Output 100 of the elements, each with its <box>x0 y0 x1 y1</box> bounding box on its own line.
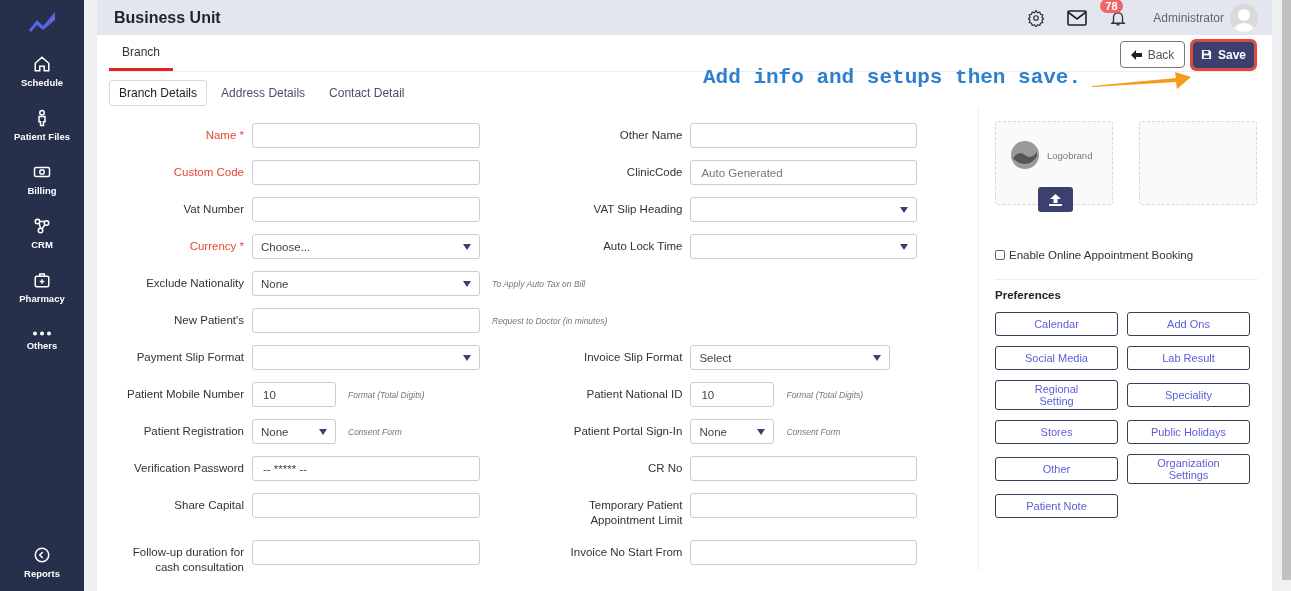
text-field[interactable]: -- ***** -- <box>252 456 480 481</box>
caret-icon <box>873 354 882 361</box>
field-label: Name * <box>204 128 244 143</box>
logo-text: Logobrand <box>1047 149 1093 161</box>
text-field[interactable] <box>252 493 480 518</box>
tab[interactable]: Branch <box>109 35 174 71</box>
field-label: Verification Password <box>133 461 244 476</box>
preference-button[interactable]: Organization Settings <box>1127 454 1250 484</box>
field-hint: To Apply Auto Tax on Bill <box>492 278 586 289</box>
field-hint: Request to Doctor (in minutes) <box>492 315 608 326</box>
text-field[interactable] <box>252 540 480 565</box>
sidebar-item[interactable]: Schedule <box>20 44 64 98</box>
sub-tab[interactable]: Address Details <box>211 80 316 106</box>
back-button[interactable]: Back <box>1120 41 1185 68</box>
upload-button[interactable] <box>1038 187 1073 212</box>
preference-button[interactable]: Calendar <box>995 312 1118 336</box>
online-booking-checkbox[interactable]: Enable Online Appointment Booking <box>995 249 1258 261</box>
upload-icon <box>1049 193 1062 206</box>
text-field[interactable] <box>690 123 918 148</box>
field-label: Exclude Nationality <box>145 276 244 291</box>
caret-icon <box>757 428 766 435</box>
text-field[interactable] <box>690 493 918 518</box>
text-field[interactable] <box>252 123 480 148</box>
preference-button[interactable]: Other <box>995 457 1118 481</box>
sidebar-item[interactable]: Pharmacy <box>19 260 65 314</box>
field-label: Follow-up duration for cash consultation <box>131 545 244 575</box>
sidebar-item[interactable]: Others <box>26 314 58 368</box>
sidebar-item[interactable]: CRM <box>31 206 53 260</box>
select-field[interactable]: Choose... <box>252 234 480 259</box>
field-label: Patient Registration <box>142 424 244 439</box>
select-field[interactable]: None <box>252 419 336 444</box>
field-label: Currency * <box>188 239 244 254</box>
settings-icon[interactable] <box>1027 8 1046 27</box>
text-field[interactable] <box>252 160 480 185</box>
caret-icon <box>463 243 471 250</box>
field-hint: Format (Total Digits) <box>348 389 425 400</box>
preference-button[interactable]: Regional Setting <box>995 380 1118 410</box>
preference-button[interactable]: Public Holidays <box>1127 420 1250 444</box>
field-label: Share Capital <box>173 498 244 513</box>
medical-bag-icon <box>33 270 51 289</box>
sub-tab[interactable]: Contact Detail <box>319 80 415 106</box>
text-field[interactable]: Auto Generated <box>690 160 918 185</box>
field-label: Invoice Slip Format <box>583 350 683 365</box>
sidebar-item[interactable]: Patient Files <box>14 98 70 152</box>
preference-button[interactable]: Add Ons <box>1127 312 1250 336</box>
preference-button[interactable]: Speciality <box>1127 383 1250 407</box>
field-label: Auto Lock Time <box>602 239 683 254</box>
caret-icon <box>319 428 327 435</box>
text-field[interactable] <box>690 540 918 565</box>
avatar[interactable] <box>1230 3 1258 32</box>
select-field[interactable] <box>252 345 480 370</box>
select-field[interactable]: Select <box>690 345 891 370</box>
field-label: Temporary Patient Appointment Limit <box>588 498 683 528</box>
sidebar-item[interactable]: Billing <box>27 152 57 206</box>
annotation-text: Add info and setups then save. <box>703 66 1082 89</box>
app-logo[interactable] <box>27 10 57 32</box>
text-field[interactable]: 10 <box>690 382 775 407</box>
preference-button[interactable]: Stores <box>995 420 1118 444</box>
preference-button[interactable]: Patient Note <box>995 494 1118 518</box>
save-button[interactable]: Save <box>1193 41 1254 68</box>
scrollbar-thumb[interactable] <box>1282 0 1291 580</box>
select-field[interactable] <box>690 234 918 259</box>
back-circle-icon <box>33 545 51 564</box>
select-field[interactable]: None <box>690 419 775 444</box>
text-field[interactable] <box>252 308 480 333</box>
field-label: Patient Mobile Number <box>126 387 244 402</box>
field-label: Payment Slip Format <box>135 350 244 365</box>
select-field[interactable] <box>690 197 918 222</box>
page-title: Business Unit <box>114 8 222 27</box>
save-icon <box>1201 49 1212 60</box>
field-hint: Consent Form <box>786 426 841 437</box>
arrow-left-icon <box>1130 49 1142 60</box>
notification-badge: 78 <box>1100 0 1123 13</box>
preference-button[interactable]: Lab Result <box>1127 346 1250 370</box>
field-label: Patient National ID <box>585 387 683 402</box>
home-icon <box>33 54 51 73</box>
caret-icon <box>463 354 471 361</box>
field-label: Custom Code <box>172 165 244 180</box>
text-field[interactable] <box>690 456 918 481</box>
caret-icon <box>463 280 471 287</box>
field-label: Invoice No Start From <box>569 545 683 560</box>
sub-tab[interactable]: Branch Details <box>109 80 208 106</box>
caret-icon <box>900 206 909 213</box>
field-hint: Format (Total Digits) <box>786 389 864 400</box>
user-name[interactable]: Administrator <box>1153 10 1224 25</box>
select-field[interactable]: None <box>252 271 480 296</box>
field-label: Vat Number <box>182 202 244 217</box>
text-field[interactable]: 10 <box>252 382 336 407</box>
preference-button[interactable]: Social Media <box>995 346 1118 370</box>
more-icon <box>33 331 51 336</box>
sidebar-item[interactable]: Reports <box>24 535 60 589</box>
field-label: CR No <box>646 461 683 476</box>
mail-icon[interactable] <box>1067 9 1088 26</box>
field-label: ClinicCode <box>625 165 683 180</box>
network-icon <box>33 216 51 235</box>
logo-circle-icon <box>1010 140 1040 170</box>
text-field[interactable] <box>252 197 480 222</box>
field-label: New Patient's <box>173 313 244 328</box>
field-label: Patient Portal Sign-In <box>572 424 683 439</box>
caret-icon <box>900 243 909 250</box>
